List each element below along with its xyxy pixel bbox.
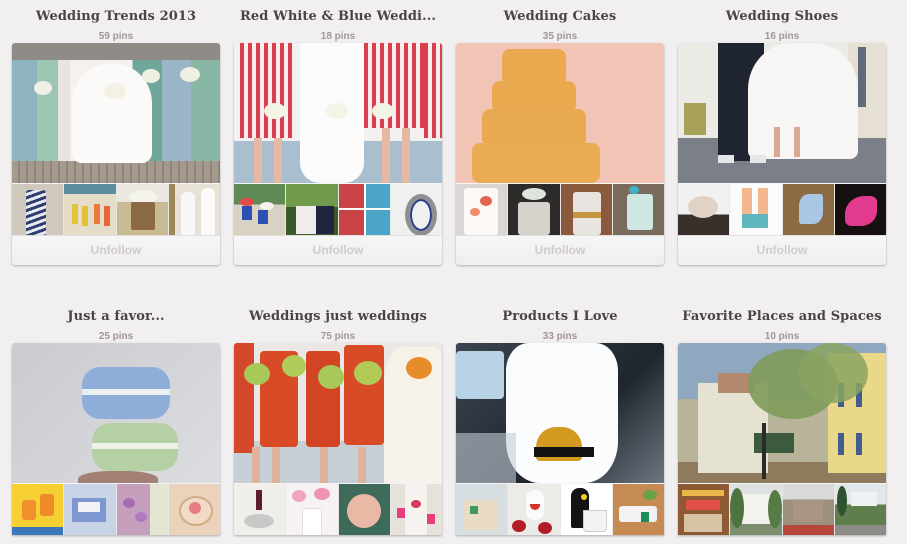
- board-preview[interactable]: [12, 343, 220, 535]
- board-pin-count: 25 pins: [98, 331, 134, 342]
- plum-table-setting-photo[interactable]: [234, 484, 286, 535]
- board-title[interactable]: Favorite Places and Spaces: [658, 309, 906, 324]
- board-title[interactable]: Products I Love: [436, 309, 684, 324]
- orange-tiered-cake-photo[interactable]: [456, 43, 664, 183]
- board-title[interactable]: Just a favor...: [0, 309, 240, 324]
- blue-heels-photo[interactable]: [782, 184, 834, 235]
- desk-organizer-photo[interactable]: [456, 484, 508, 535]
- birch-bark-cake-photo[interactable]: [508, 184, 560, 235]
- board-pin-count: 59 pins: [98, 31, 134, 42]
- board-pin-count: 35 pins: [542, 31, 578, 42]
- wooden-barrel-flowers-photo[interactable]: [116, 184, 168, 235]
- peach-cookie-favor-photo[interactable]: [168, 484, 220, 535]
- board-title[interactable]: Wedding Shoes: [658, 9, 906, 24]
- wedding-dress-front-back-photo[interactable]: [168, 184, 220, 235]
- flag-centerpieces-photo[interactable]: [234, 184, 286, 235]
- board-thumbnails: [12, 184, 220, 235]
- blue-chevron-dress-photo[interactable]: [12, 184, 64, 235]
- pink-long-table-photo[interactable]: [390, 484, 442, 535]
- white-house-trees-photo[interactable]: [730, 484, 782, 535]
- gold-white-cake-photo[interactable]: [560, 184, 612, 235]
- bakery-shop-photo[interactable]: [678, 484, 730, 535]
- board-thumbnails: [234, 184, 442, 235]
- board-thumbnails: [12, 484, 220, 535]
- board-pin-count: 18 pins: [320, 31, 356, 42]
- painted-town-street-photo[interactable]: [678, 343, 886, 483]
- board-title[interactable]: Wedding Cakes: [436, 9, 684, 24]
- board-preview[interactable]: Unfollow: [456, 43, 664, 265]
- peach-teal-heels-photo[interactable]: [730, 184, 782, 235]
- striped-wedding-ring-photo[interactable]: [390, 184, 442, 235]
- brick-house-photo[interactable]: [782, 484, 834, 535]
- red-blue-collage-photo[interactable]: [338, 184, 390, 235]
- red-striped-bridesmaids-photo[interactable]: [234, 43, 442, 183]
- board-title[interactable]: Weddings just weddings: [214, 309, 462, 324]
- blue-stamp-favors-photo[interactable]: [64, 484, 116, 535]
- orange-favor-bags-photo[interactable]: [12, 484, 64, 535]
- board-thumbnails: [456, 484, 664, 535]
- floral-painted-cake-photo[interactable]: [456, 184, 508, 235]
- board-thumbnails: [678, 484, 886, 535]
- colorful-bridesmaids-beach-photo[interactable]: [64, 184, 116, 235]
- board-preview[interactable]: Unfollow: [12, 43, 220, 265]
- pastel-macarons-photo[interactable]: [12, 343, 220, 483]
- board-title[interactable]: Wedding Trends 2013: [0, 9, 240, 24]
- apple-face-gadget-photo[interactable]: [508, 484, 560, 535]
- pink-flower-place-setting-photo[interactable]: [286, 484, 338, 535]
- board-thumbnails: [456, 184, 664, 235]
- board-pin-count: 33 pins: [542, 331, 578, 342]
- unfollow-button[interactable]: Unfollow: [12, 235, 220, 265]
- bride-groom-sneakers-photo[interactable]: [678, 43, 886, 183]
- board-preview[interactable]: [456, 343, 664, 535]
- board-preview[interactable]: [678, 343, 886, 535]
- bridal-shoe-soles-photo[interactable]: [678, 184, 730, 235]
- planter-sink-photo[interactable]: [612, 484, 664, 535]
- penguin-mug-photo[interactable]: [560, 484, 612, 535]
- unfollow-button[interactable]: Unfollow: [234, 235, 442, 265]
- board-pin-count: 75 pins: [320, 331, 356, 342]
- board-title[interactable]: Red White & Blue Weddi...: [214, 9, 462, 24]
- board-pin-count: 10 pins: [764, 331, 800, 342]
- coastal-house-photo[interactable]: [834, 484, 886, 535]
- pink-glitter-heel-photo[interactable]: [834, 184, 886, 235]
- unfollow-button[interactable]: Unfollow: [678, 235, 886, 265]
- unfollow-button[interactable]: Unfollow: [456, 235, 664, 265]
- board-pin-count: 16 pins: [764, 31, 800, 42]
- board-preview[interactable]: Unfollow: [678, 43, 886, 265]
- board-preview[interactable]: Unfollow: [234, 43, 442, 265]
- board-thumbnails: [678, 184, 886, 235]
- orange-bridesmaids-bouquets-photo[interactable]: [234, 343, 442, 483]
- headlamp-lantern-photo[interactable]: [456, 343, 664, 483]
- mint-lace-cake-photo[interactable]: [612, 184, 664, 235]
- navy-invitation-photo[interactable]: [286, 184, 338, 235]
- green-plate-setting-photo[interactable]: [338, 484, 390, 535]
- lavender-favors-collage-photo[interactable]: [116, 484, 168, 535]
- board-thumbnails: [234, 484, 442, 535]
- board-preview[interactable]: [234, 343, 442, 535]
- bridesmaids-pastel-dresses-photo[interactable]: [12, 43, 220, 183]
